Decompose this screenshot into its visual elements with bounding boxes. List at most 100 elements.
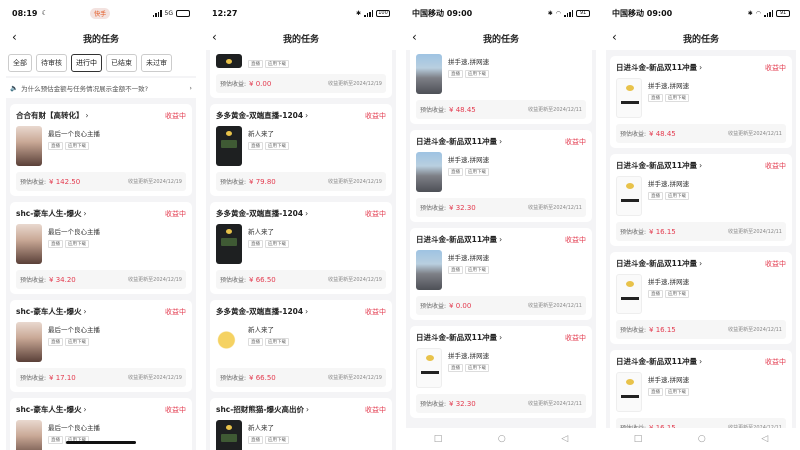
task-thumbnail <box>616 176 642 216</box>
task-card-partial[interactable]: 直播 应用下载 预估收益: ¥ 0.00 收益更新至2024/12/19 <box>210 50 392 98</box>
back-button[interactable]: ◁ <box>561 434 568 444</box>
task-text: 拼手速,拼网速 <box>448 156 490 164</box>
status-badge: 收益中 <box>765 63 786 72</box>
tag: 直播 <box>448 364 463 372</box>
chevron-right-icon: › <box>305 307 309 316</box>
income-row: 预估收益: ¥ 142.50 收益更新至2024/12/19 <box>16 172 186 191</box>
card-header: shc-豪车人生-爆火 › 收益中 <box>16 404 186 415</box>
tag: 直播 <box>648 290 663 298</box>
back-arrow-icon[interactable]: ‹ <box>12 30 17 44</box>
task-thumbnail <box>416 152 442 192</box>
task-text: 新人来了 <box>248 130 274 138</box>
tag: 直播 <box>248 436 263 444</box>
task-card[interactable]: 多多黄金-双端直播-1204 › 收益中 新人来了 直播 应用下载 预估收益: ¥ 66.50… <box>210 202 392 294</box>
card-header: 多多黄金-双端直播-1204 › 收益中 <box>216 306 386 317</box>
status-bar: 12:27 ✱ 100 <box>206 0 396 26</box>
status-badge: 收益中 <box>565 137 586 146</box>
income-label: 预估收益: <box>420 205 447 212</box>
bluetooth-icon: ✱ <box>355 9 361 17</box>
status-badge: 收益中 <box>165 405 186 414</box>
tag: 应用下载 <box>465 168 489 176</box>
screen-1: 08:19 ☾ 快手 5G ‹ 我的任务 全部 待审核 进行中 已结束 未过审 … <box>6 0 196 450</box>
update-date: 收益更新至2024/12/11 <box>728 327 782 333</box>
tag: 应用下载 <box>465 364 489 372</box>
income-label: 预估收益: <box>20 277 47 284</box>
tag: 应用下载 <box>265 60 289 68</box>
tab-in-progress[interactable]: 进行中 <box>71 54 102 72</box>
task-card[interactable]: shc-招财熊猫-爆火高出价 › 收益中 新人来了 直播 应用下载 <box>210 398 392 450</box>
income-row: 预估收益: ¥ 32.30 收益更新至2024/12/11 <box>416 198 586 217</box>
card-header: shc-招财熊猫-爆火高出价 › 收益中 <box>216 404 386 415</box>
income-label: 预估收益: <box>620 327 647 334</box>
status-badge: 收益中 <box>765 357 786 366</box>
task-name: 多多黄金-双端直播-1204 <box>216 111 304 120</box>
back-button[interactable]: ◁ <box>761 434 768 444</box>
status-bar: 08:19 ☾ 快手 5G <box>6 0 196 26</box>
chevron-right-icon: › <box>699 63 703 72</box>
home-button[interactable]: ○ <box>498 434 506 444</box>
nav-bar: ‹ 我的任务 <box>6 26 196 50</box>
recents-button[interactable]: □ <box>634 434 643 444</box>
task-text: 最后一个良心主播 <box>48 326 100 334</box>
status-badge: 收益中 <box>765 259 786 268</box>
app-pill[interactable]: 快手 <box>90 7 111 19</box>
tab-pending[interactable]: 待审核 <box>36 54 67 72</box>
system-nav-bar: □ ○ ◁ <box>406 428 596 450</box>
task-thumbnail <box>416 250 442 290</box>
task-list: 日进斗金-新品双11冲量 › 收益中 拼手速,拼网速 直播 应用下载 预估收益: ¥ 32.3… <box>406 130 596 418</box>
task-thumbnail <box>16 224 42 264</box>
tag: 应用下载 <box>265 436 289 444</box>
hint-row[interactable]: 🔈 为什么预估金额与任务情况展示金额不一致? › <box>6 78 196 98</box>
task-thumbnail <box>216 126 242 166</box>
recents-button[interactable]: □ <box>434 434 443 444</box>
status-badge: 收益中 <box>565 333 586 342</box>
task-card[interactable]: 日进斗金-新品双11冲量› 收益中拼手速,拼网速直播应用下载预估收益:¥ 16.1… <box>610 154 792 246</box>
chevron-right-icon: › <box>83 209 87 218</box>
task-card[interactable]: 多多黄金-双端直播-1204 › 收益中 新人来了 直播 应用下载 预估收益: ¥ 79.80… <box>210 104 392 196</box>
income-label: 预估收益: <box>420 107 447 114</box>
status-badge: 收益中 <box>565 235 586 244</box>
back-arrow-icon[interactable]: ‹ <box>212 30 217 44</box>
tab-rejected[interactable]: 未过审 <box>141 54 172 72</box>
task-thumbnail <box>616 78 642 118</box>
task-card[interactable]: 日进斗金-新品双11冲量 › 收益中 拼手速,拼网速 直播 应用下载 预估收益: ¥ 0.00… <box>410 228 592 320</box>
screen-2: 12:27 ✱ 100 ‹ 我的任务 直播 应用下载 预估收益: ¥ 0.00 收… <box>206 0 396 450</box>
status-bar: 中国移动 09:00 ✱ ◠ 91 <box>606 0 796 26</box>
task-text: 拼手速,拼网速 <box>448 254 490 262</box>
income-row: 预估收益: ¥ 34.20 收益更新至2024/12/19 <box>16 270 186 289</box>
tag: 直播 <box>448 70 463 78</box>
income-amount: ¥ 142.50 <box>49 178 81 186</box>
back-arrow-icon[interactable]: ‹ <box>612 30 617 44</box>
home-indicator <box>66 441 136 444</box>
chevron-right-icon: › <box>305 405 309 414</box>
task-card-partial[interactable]: 拼手速,拼网速 直播 应用下载 预估收益: ¥ 48.45 收益更新至2024/1… <box>410 50 592 124</box>
task-card[interactable]: shc-豪车人生-爆火 › 收益中 最后一个良心主播 直播 应用下载 预估收益: ¥ 17.1… <box>10 300 192 392</box>
update-date: 收益更新至2024/12/11 <box>528 107 582 113</box>
income-row: 预估收益: ¥ 66.50 收益更新至2024/12/19 <box>216 368 386 387</box>
back-arrow-icon[interactable]: ‹ <box>412 30 417 44</box>
task-name: 日进斗金-新品双11冲量 <box>416 333 498 342</box>
income-amount: ¥ 66.50 <box>249 276 276 284</box>
tab-ended[interactable]: 已结束 <box>106 54 137 72</box>
battery-icon: 100 <box>376 9 390 17</box>
income-label: 预估收益: <box>220 179 247 186</box>
task-card[interactable]: 日进斗金-新品双11冲量 › 收益中 拼手速,拼网速 直播 应用下载 预估收益: ¥ 48.4… <box>610 56 792 148</box>
task-card[interactable]: shc-豪车人生-爆火 › 收益中 最后一个良心主播 直播 应用下载 预估收益: ¥ 34.2… <box>10 202 192 294</box>
task-card[interactable]: 合合有财【高转化】 › 收益中 最后一个良心主播 直播 应用下载 预估收益: ¥ 142.50… <box>10 104 192 196</box>
income-row: 预估收益: ¥ 17.10 收益更新至2024/12/19 <box>16 368 186 387</box>
income-amount: ¥ 34.20 <box>49 276 76 284</box>
home-button[interactable]: ○ <box>698 434 706 444</box>
task-text: 新人来了 <box>248 326 274 334</box>
tag: 应用下载 <box>665 388 689 396</box>
page-title: 我的任务 <box>482 34 519 45</box>
task-card[interactable]: 日进斗金-新品双11冲量 › 收益中 拼手速,拼网速 直播 应用下载 预估收益: ¥ 32.3… <box>410 130 592 222</box>
task-card[interactable]: 日进斗金-新品双11冲量 › 收益中 拼手速,拼网速 直播 应用下载 预估收益: ¥ 32.3… <box>410 326 592 418</box>
income-label: 预估收益: <box>420 401 447 408</box>
income-amount: ¥ 0.00 <box>249 80 272 88</box>
tab-all[interactable]: 全部 <box>8 54 32 72</box>
task-card[interactable]: 多多黄金-双端直播-1204 › 收益中 新人来了 直播 应用下载 预估收益: ¥ 66.50… <box>210 300 392 392</box>
task-card[interactable]: 日进斗金-新品双11冲量› 收益中拼手速,拼网速直播应用下载预估收益:¥ 16.1… <box>610 252 792 344</box>
chevron-right-icon: › <box>699 357 703 366</box>
card-header: 日进斗金-新品双11冲量 › 收益中 <box>616 356 786 367</box>
task-text: 拼手速,拼网速 <box>648 82 690 90</box>
